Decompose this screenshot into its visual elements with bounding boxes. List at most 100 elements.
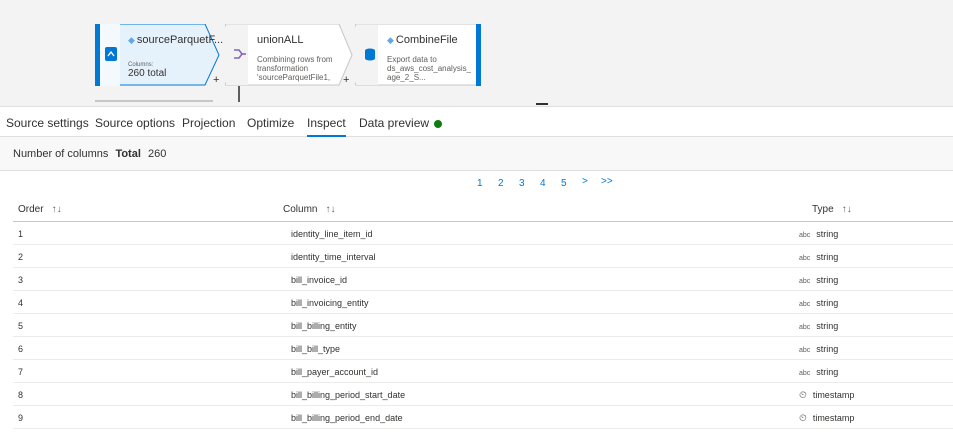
union-node-description: Combining rows from transformation 'sour… [257,55,333,82]
string-type-icon: abc [799,232,811,239]
tab-optimize[interactable]: Optimize [247,107,294,137]
source-node-stack-line [95,100,213,102]
cell-order: 5 [18,321,24,331]
cell-type: abc string [799,275,838,285]
type-label: string [816,367,839,377]
column-count-summary: Number of columns Total 260 [0,137,953,171]
header-column[interactable]: Column [283,204,317,215]
cell-type: abc string [799,344,838,354]
sort-arrows-icon[interactable]: ↑↓ [52,204,62,215]
cell-order: 3 [18,275,24,285]
data-flow-canvas[interactable]: ◆ sourceParquetF... Columns: 260 total + … [0,0,953,106]
cell-type: ⏲ timestamp [799,413,854,424]
page-5-link[interactable]: 5 [561,178,567,189]
tab-source-options[interactable]: Source options [95,107,175,137]
type-label: string [816,321,839,331]
dataset-diamond-icon: ◆ [387,35,394,45]
cell-order: 9 [18,413,24,423]
table-row[interactable]: 5 bill_billing_entity abc string [13,314,953,337]
source-icon [105,47,117,64]
string-type-icon: abc [799,278,811,285]
table-row[interactable]: 7 bill_payer_account_id abc string [13,360,953,383]
cell-column-name: bill_invoice_id [291,275,348,285]
page-3-link[interactable]: 3 [519,178,525,189]
tab-data-preview-label: Data preview [359,116,430,130]
union-add-button[interactable]: + [343,74,349,86]
type-label: string [816,229,839,239]
column-count-total-label: Total [115,148,141,160]
string-type-icon: abc [799,370,811,377]
string-type-icon: abc [799,347,811,354]
page-4-link[interactable]: 4 [540,178,546,189]
string-type-icon: abc [799,301,811,308]
cell-order: 1 [18,229,24,239]
cell-order: 7 [18,367,24,377]
status-ok-dot-icon [434,120,443,128]
source-node[interactable]: ◆ sourceParquetF... Columns: 260 total [95,24,224,86]
tab-projection[interactable]: Projection [182,107,235,137]
tab-source-settings[interactable]: Source settings [6,107,89,137]
header-type[interactable]: Type [812,204,834,215]
column-count-total-value: 260 [147,148,167,160]
sort-arrows-icon[interactable]: ↑↓ [842,204,852,215]
cell-order: 2 [18,252,24,262]
cell-column-name: bill_invoicing_entity [291,298,369,308]
column-count-label: Number of columns [13,148,109,160]
union-node-title: unionALL [257,34,304,46]
string-type-icon: abc [799,255,811,262]
table-row[interactable]: 1 identity_line_item_id abc string [13,222,953,245]
cell-order: 4 [18,298,24,308]
cell-column-name: bill_payer_account_id [291,367,379,377]
cell-order: 8 [18,390,24,400]
cell-type: abc string [799,321,838,331]
timestamp-type-icon: ⏲ [799,390,807,401]
page-1-link[interactable]: 1 [477,178,483,189]
pagination: 1 2 3 4 5 > >> [0,176,953,192]
cell-column-name: bill_billing_entity [291,321,357,331]
dataset-diamond-icon: ◆ [128,35,135,45]
sink-icon [364,48,376,64]
table-row[interactable]: 9 bill_billing_period_end_date ⏲ timestamp [13,406,953,429]
page-2-link[interactable]: 2 [498,178,504,189]
table-row[interactable]: 6 bill_bill_type abc string [13,337,953,360]
last-page-double-chevron-icon[interactable]: >> [601,176,613,187]
cell-column-name: identity_time_interval [291,252,376,262]
sort-arrows-icon[interactable]: ↑↓ [325,204,335,215]
type-label: timestamp [812,413,855,423]
type-label: string [816,275,839,285]
sink-node[interactable]: ◆ CombineFile Export data to ds_aws_cost_… [355,24,481,86]
table-row[interactable]: 2 identity_time_interval abc string [13,245,953,268]
union-icon [233,47,247,64]
source-node-title: sourceParquetF... [136,34,224,46]
tab-data-preview[interactable]: Data preview [359,107,443,137]
table-row[interactable]: 8 bill_billing_period_start_date ⏲ timestam… [13,383,953,406]
string-type-icon: abc [799,324,811,331]
union-node[interactable]: unionALL Combining rows from transformat… [225,24,353,86]
type-label: string [816,252,839,262]
table-row[interactable]: 4 bill_invoicing_entity abc string [13,291,953,314]
source-add-button[interactable]: + [213,74,219,86]
panel-resize-handle[interactable] [536,103,548,105]
type-label: string [816,298,839,308]
cell-type: abc string [799,367,838,377]
sink-node-description: Export data to ds_aws_cost_analysis_Stag… [387,55,471,82]
source-columns-value: 260 total [128,68,167,79]
cell-column-name: bill_bill_type [291,344,341,354]
next-page-chevron-icon[interactable]: > [582,176,588,187]
sink-node-title: CombineFile [395,34,458,46]
type-label: string [816,344,839,354]
cell-column-name: identity_line_item_id [291,229,373,239]
union-connector-line [238,86,240,102]
tab-inspect[interactable]: Inspect [307,107,346,137]
type-label: timestamp [812,390,855,400]
table-row[interactable]: 3 bill_invoice_id abc string [13,268,953,291]
cell-type: abc string [799,252,838,262]
cell-type: abc string [799,229,838,239]
cell-column-name: bill_billing_period_start_date [291,390,406,400]
cell-type: abc string [799,298,838,308]
timestamp-type-icon: ⏲ [799,413,807,424]
table-header: Order ↑↓ Column ↑↓ Type ↑↓ [13,198,953,222]
cell-order: 6 [18,344,24,354]
settings-tab-bar: Source settings Source options Projectio… [0,106,953,137]
header-order[interactable]: Order [18,204,44,215]
